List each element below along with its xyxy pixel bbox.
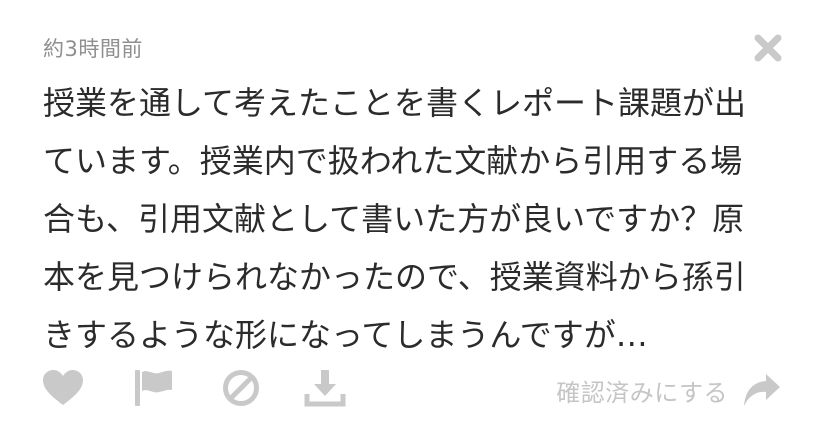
download-button[interactable] [302, 366, 348, 410]
like-button[interactable] [40, 366, 86, 410]
question-card: 約3時間前 授業を通して考えたことを書くレポート課題が出ています。授業内で扱われ… [0, 0, 828, 442]
report-button[interactable] [130, 366, 176, 410]
mark-confirmed-button[interactable]: 確認済みにする [556, 368, 782, 412]
action-bar: 確認済みにする [0, 366, 828, 416]
share-arrow-icon [744, 374, 780, 406]
post-body: 授業を通して考えたことを書くレポート課題が出ています。授業内で扱われた文献から引… [43, 84, 747, 354]
ban-icon [223, 370, 259, 406]
download-icon [304, 370, 346, 407]
heart-icon [43, 370, 83, 405]
flag-icon [135, 370, 172, 406]
mark-confirmed-label: 確認済みにする [556, 378, 728, 407]
close-icon[interactable] [752, 32, 784, 64]
post-timestamp: 約3時間前 [43, 37, 143, 61]
block-button[interactable] [218, 366, 264, 410]
